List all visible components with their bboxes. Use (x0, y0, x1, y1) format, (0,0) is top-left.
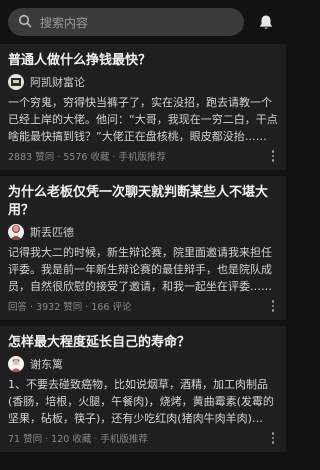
feed-card[interactable]: 怎样最大程度延长自己的寿命？ 谢东篱 1、不要去碰致癌物，比如说烟草，酒精，加工… (0, 326, 286, 458)
author-row: 阿凯财富论 (8, 74, 278, 90)
search-icon (18, 13, 32, 32)
question-title[interactable]: 怎样最大程度延长自己的寿命？ (8, 334, 278, 352)
meta-row: 2883 赞同 · 5576 收藏 · 手机版推荐 (8, 149, 278, 163)
author-name[interactable]: 阿凯财富论 (30, 74, 85, 90)
answer-excerpt[interactable]: 记得我大二的时候，新生辩论赛，院里面邀请我来担任评委。我是前一年新生辩论赛的最佳… (8, 244, 278, 295)
meta-row: 71 赞同 · 120 收藏 · 手机版推荐 (8, 431, 278, 445)
answer-excerpt[interactable]: 1、不要去碰致癌物，比如说烟草，酒精，加工肉制品(香肠，培根，火腿，午餐肉)，烧… (8, 376, 278, 427)
question-title[interactable]: 为什么老板仅凭一次聊天就判断某些人不堪大用？ (8, 184, 278, 220)
meta-text: 2883 赞同 · 5576 收藏 · 手机版推荐 (8, 152, 167, 163)
answer-excerpt[interactable]: 一个穷鬼，穷得快当裤子了，实在没招，跑去请教一个已经上岸的大佬。他问：“大哥，我… (8, 94, 278, 145)
meta-row: 回答 · 3932 赞同 · 166 评论 (8, 299, 278, 313)
meta-text: 71 赞同 · 120 收藏 · 手机版推荐 (8, 434, 148, 445)
author-row: 斯丢匹德 (8, 224, 278, 240)
top-bar: 搜索内容 (0, 0, 286, 44)
meta-text: 回答 · 3932 赞同 · 166 评论 (8, 302, 132, 313)
author-name[interactable]: 斯丢匹德 (30, 224, 74, 240)
author-row: 谢东篱 (8, 356, 278, 372)
more-options-icon[interactable] (268, 432, 278, 444)
question-title[interactable]: 普通人做什么挣钱最快？ (8, 52, 278, 70)
search-bar[interactable]: 搜索内容 (8, 8, 244, 36)
bell-icon[interactable] (254, 14, 278, 31)
more-options-icon[interactable] (268, 150, 278, 162)
author-name[interactable]: 谢东篱 (30, 356, 63, 372)
avatar[interactable] (8, 356, 24, 372)
feed-card[interactable]: 为什么老板仅凭一次聊天就判断某些人不堪大用？ 斯丢匹德 记得我大二的时候，新生辩… (0, 176, 286, 326)
more-options-icon[interactable] (268, 300, 278, 312)
feed-card[interactable]: 普通人做什么挣钱最快？ 阿凯财富论 一个穷鬼，穷得快当裤子了，实在没招，跑去请教… (0, 44, 286, 176)
avatar[interactable] (8, 224, 24, 240)
search-placeholder: 搜索内容 (40, 15, 89, 30)
avatar[interactable] (8, 74, 24, 90)
